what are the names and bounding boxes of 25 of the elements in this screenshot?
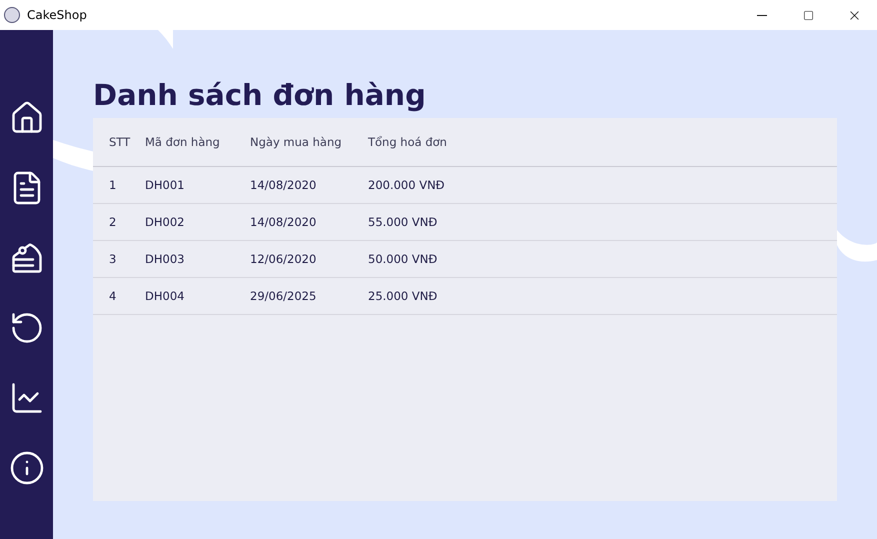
table-cell-text: 55.000 VNĐ bbox=[368, 215, 438, 229]
app-logo-icon bbox=[4, 7, 20, 23]
table-cell-text: 14/08/2020 bbox=[250, 178, 318, 192]
table-cell-text: 12/06/2020 bbox=[250, 252, 318, 266]
column-header[interactable]: Tổng hoá đơn bbox=[368, 135, 837, 149]
table-cell-text: 3 bbox=[108, 252, 118, 266]
table-cell-text: 29/06/2025 bbox=[250, 289, 318, 303]
window-title: CakeShop bbox=[27, 8, 88, 22]
table-cell-text: 2 bbox=[108, 215, 118, 229]
page-title: Danh sách đơn hàng bbox=[93, 78, 427, 112]
table-cell-text: 25.000 VNĐ bbox=[368, 289, 438, 303]
table-cell-text: 14/08/2020 bbox=[250, 215, 318, 229]
maximize-icon bbox=[802, 10, 814, 20]
table-cell-text: 50.000 VNĐ bbox=[368, 252, 438, 266]
minimize-icon bbox=[757, 14, 767, 16]
table-cell-text: DH001 bbox=[145, 178, 186, 192]
table-cell-text: DH004 bbox=[145, 289, 186, 303]
table-cell-text: 200.000 VNĐ bbox=[368, 178, 446, 192]
column-header[interactable]: Mã đơn hàng bbox=[145, 135, 250, 149]
column-header[interactable]: Ngày mua hàng bbox=[250, 135, 368, 149]
table-cell-text: 4 bbox=[108, 289, 118, 303]
table-cell-text: 1 bbox=[108, 178, 118, 192]
column-header[interactable]: STT bbox=[93, 135, 145, 149]
table-cell-text: DH003 bbox=[145, 252, 186, 266]
table-cell-text: DH002 bbox=[145, 215, 186, 229]
